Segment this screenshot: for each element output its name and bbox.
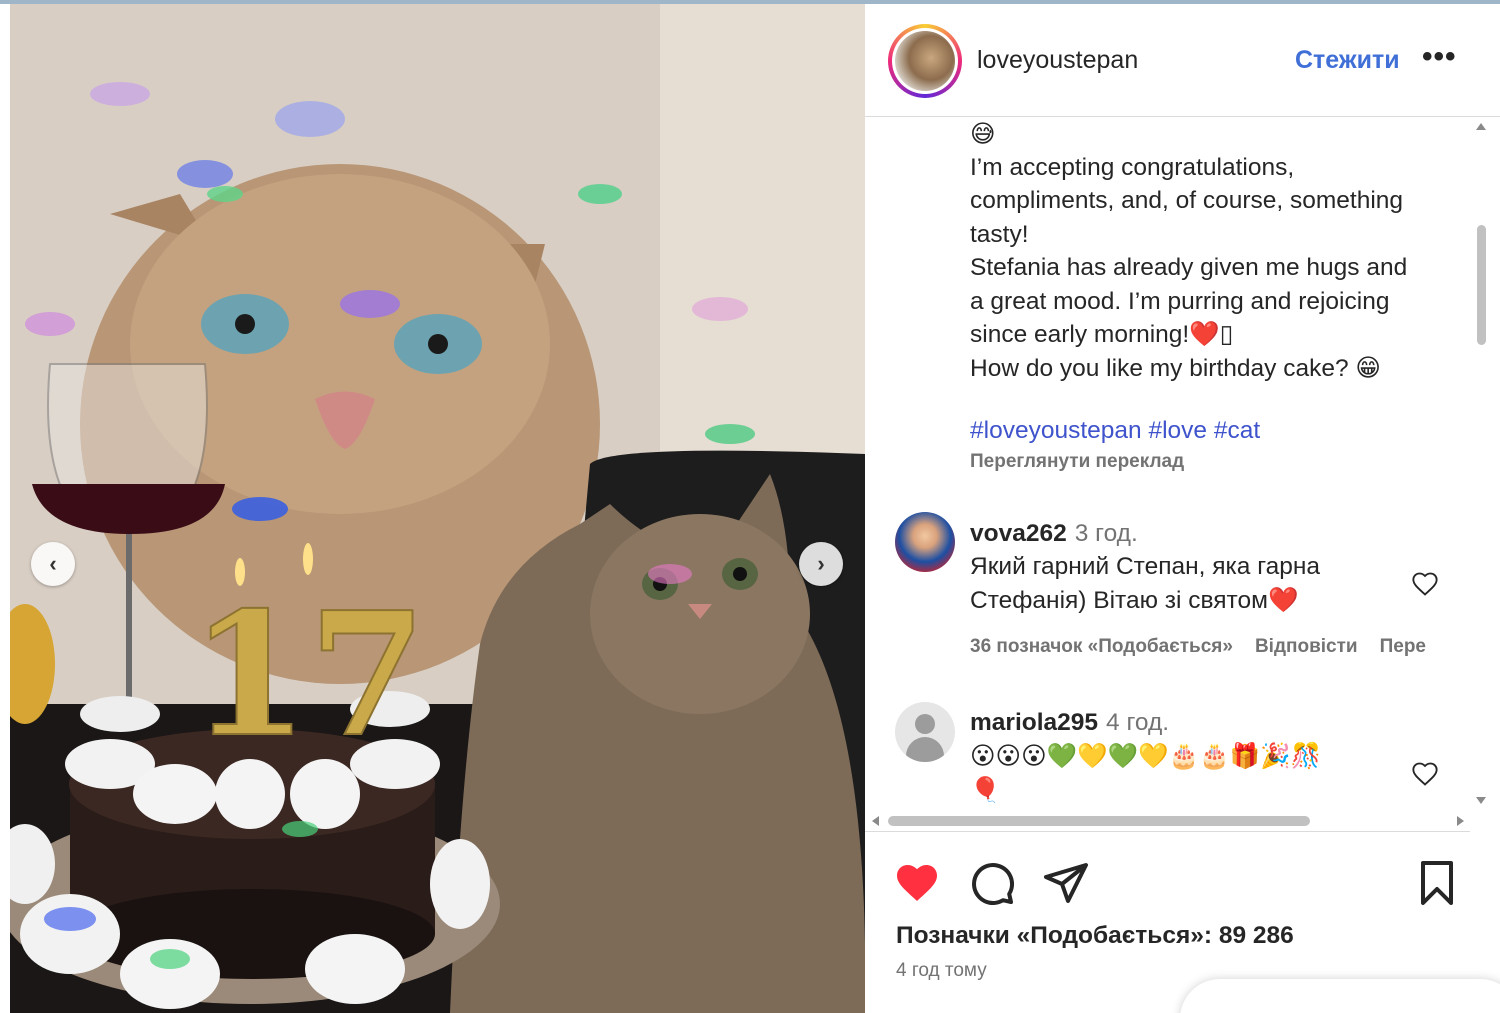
comment-like-heart-icon[interactable] xyxy=(1410,760,1440,788)
scroll-down-arrow-icon[interactable] xyxy=(1476,797,1486,804)
caption-line: since early morning!❤️▯ xyxy=(970,321,1234,348)
previous-photo-button[interactable]: ‹ xyxy=(31,542,75,586)
comment-time: 4 год. xyxy=(1106,709,1170,736)
next-photo-button[interactable]: › xyxy=(799,542,843,586)
chevron-left-icon: ‹ xyxy=(49,551,57,576)
avatar-border xyxy=(892,28,958,94)
comment-text: Який гарний Степан, яка гарна Стефанія) … xyxy=(970,550,1320,617)
post-sidebar: loveyoustepan Стежити ••• 😅 I’m acceptin… xyxy=(865,4,1500,1013)
comment-text-line: Який гарний Степан, яка гарна xyxy=(970,553,1321,580)
likes-count[interactable]: Позначки «Подобається»: 89 286 xyxy=(896,922,1294,950)
photo-illustration: 17 xyxy=(10,4,865,1013)
avatar-image xyxy=(895,31,955,91)
share-icon[interactable] xyxy=(1042,859,1090,907)
comment-icon[interactable] xyxy=(968,859,1016,907)
scroll-left-arrow-icon[interactable] xyxy=(872,816,879,826)
comment-likes-count[interactable]: 36 позначок «Подобається» xyxy=(970,636,1233,657)
bookmark-icon[interactable] xyxy=(1413,859,1461,907)
author-avatar[interactable] xyxy=(888,24,962,98)
vertical-scrollbar[interactable] xyxy=(1472,117,1490,814)
scrollbar-thumb[interactable] xyxy=(888,816,1310,826)
comment-text-line: 😮😮😮💚💛💚💛🎂🎂🎁🎉🎊 xyxy=(970,741,1322,770)
horizontal-scrollbar[interactable] xyxy=(865,812,1470,832)
comment-avatar[interactable] xyxy=(895,702,955,762)
corner-popup xyxy=(1180,979,1500,1013)
heart-icon[interactable] xyxy=(893,859,941,907)
author-username[interactable]: loveyoustepan xyxy=(977,46,1138,75)
post-actions-bar xyxy=(865,834,1500,907)
comment-text: 😮😮😮💚💛💚💛🎂🎂🎁🎉🎊 🎈 xyxy=(970,739,1321,806)
see-translation-link[interactable]: Переглянути переклад xyxy=(970,451,1184,473)
comments-scroll-area[interactable]: 😅 I’m accepting congratulations, complim… xyxy=(865,117,1475,814)
default-avatar-head xyxy=(915,714,935,734)
comment-translate-link[interactable]: Пере xyxy=(1380,636,1426,657)
chevron-right-icon: › xyxy=(817,551,825,576)
caption-line: I’m accepting congratulations, xyxy=(970,153,1295,181)
follow-button[interactable]: Стежити xyxy=(1295,46,1400,75)
caption-line: How do you like my birthday cake? 😁 xyxy=(970,354,1381,382)
comment-like-heart-icon[interactable] xyxy=(1410,570,1440,598)
scrollbar-thumb[interactable] xyxy=(1477,225,1486,345)
caption-line: Stefania has already given me hugs and xyxy=(970,254,1408,281)
comment-username-text[interactable]: vova262 xyxy=(970,520,1067,547)
scroll-up-arrow-icon[interactable] xyxy=(1476,123,1486,130)
caption-line: compliments, and, of course, something xyxy=(970,187,1404,214)
caption-line: 😅 xyxy=(970,119,996,148)
comment-username-text[interactable]: mariola295 xyxy=(970,709,1098,736)
comment-username[interactable]: mariola295 4 год. xyxy=(970,709,1169,737)
post-caption: 😅 I’m accepting congratulations, complim… xyxy=(970,117,1440,385)
comment-avatar[interactable] xyxy=(895,512,955,572)
comment-meta: 36 позначок «Подобається» Відповісти Пере xyxy=(970,636,1448,658)
scroll-right-arrow-icon[interactable] xyxy=(1457,816,1464,826)
caption-hashtags[interactable]: #loveyoustepan #love #cat xyxy=(970,417,1260,445)
more-options-icon[interactable]: ••• xyxy=(1422,40,1457,74)
caption-line: a great mood. I’m purring and rejoicing xyxy=(970,287,1390,315)
reply-button[interactable]: Відповісти xyxy=(1255,636,1358,657)
caption-line: tasty! xyxy=(970,220,1029,248)
comment-text-line: Стефанія) Вітаю зі святом❤️ xyxy=(970,586,1299,614)
birthday-candles: 17 xyxy=(190,575,427,775)
post-photo: 17 ‹ › xyxy=(10,4,865,1013)
post-header: loveyoustepan Стежити ••• xyxy=(865,4,1500,117)
comment-time: 3 год. xyxy=(1074,520,1138,547)
comment-text-line: 🎈 xyxy=(970,774,1001,804)
default-avatar-body xyxy=(906,737,944,762)
comment-username[interactable]: vova262 3 год. xyxy=(970,520,1138,548)
post-timestamp[interactable]: 4 год тому xyxy=(896,960,987,982)
